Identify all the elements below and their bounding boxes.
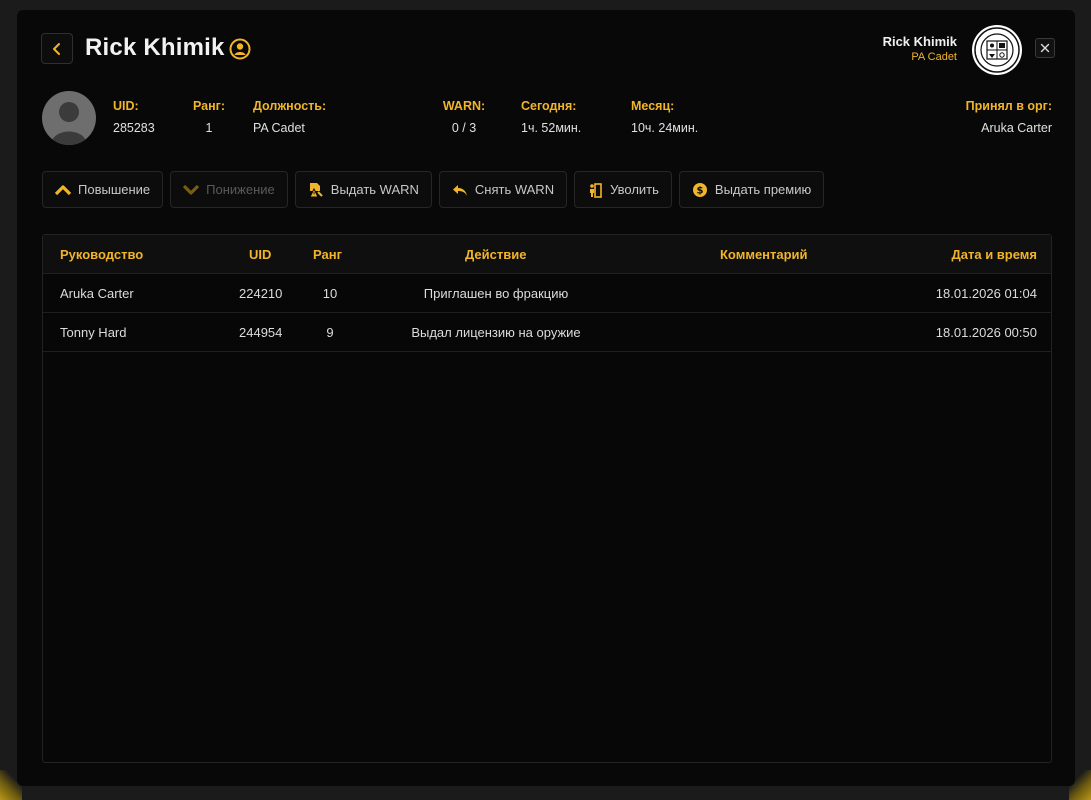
month-value: 10ч. 24мин. (631, 121, 699, 135)
cell-leader: Aruka Carter (60, 286, 134, 301)
warn-value: 0 / 3 (451, 121, 477, 135)
today-label: Сегодня: (521, 99, 577, 113)
col-rank: Ранг (313, 247, 342, 262)
current-user-name: Rick Khimik (882, 34, 957, 49)
back-button[interactable] (41, 33, 73, 64)
coin-icon: $ (692, 182, 708, 198)
uid-value: 285283 (113, 121, 155, 135)
default-avatar-icon (51, 102, 87, 145)
table-row[interactable]: Aruka Carter 224210 10 Приглашен во фрак… (43, 274, 1051, 313)
position-label: Должность: (253, 99, 327, 113)
member-profile-panel: Rick Khimik Rick Khimik PA Cadet UID: 28… (17, 10, 1075, 786)
fire-button[interactable]: Уволить (574, 171, 672, 208)
city-seal-icon (972, 25, 1022, 75)
demote-button[interactable]: Понижение (170, 171, 288, 208)
user-badge-icon (229, 38, 251, 60)
uid-label: UID: (113, 99, 139, 113)
history-table: Руководство UID Ранг Действие Комментари… (42, 234, 1052, 763)
accepted-by-info: Принял в орг: Aruka Carter (966, 99, 1052, 135)
today-info: Сегодня: 1ч. 52мин. (521, 99, 581, 135)
warn-document-icon (308, 182, 324, 198)
give-warn-label: Выдать WARN (330, 182, 419, 197)
remove-warn-label: Снять WARN (474, 182, 555, 197)
remove-warn-button[interactable]: Снять WARN (438, 171, 568, 208)
cell-action: Приглашен во фракцию (423, 286, 569, 301)
cell-uid: 224210 (239, 286, 283, 301)
col-datetime: Дата и время (951, 247, 1038, 262)
col-action: Действие (465, 247, 527, 262)
today-value: 1ч. 52мин. (521, 121, 582, 135)
rank-value: 1 (205, 121, 213, 135)
position-value: PA Cadet (253, 121, 305, 135)
action-bar: Повышение Понижение Выдать WARN Снять WA… (42, 171, 825, 208)
col-leader: Руководство (60, 247, 144, 262)
cell-datetime: 18.01.2026 00:50 (935, 325, 1037, 340)
exit-person-icon (587, 182, 603, 198)
col-uid: UID (249, 247, 272, 262)
current-user-rank: PA Cadet (911, 51, 957, 63)
give-bonus-label: Выдать премию (714, 182, 812, 197)
demote-label: Понижение (206, 182, 275, 197)
chevron-left-icon (53, 42, 60, 55)
close-icon (1040, 43, 1050, 53)
cell-action: Выдал лицензию на оружие (411, 325, 581, 340)
cell-datetime: 18.01.2026 01:04 (935, 286, 1037, 301)
rank-info: Ранг: 1 (192, 99, 226, 135)
warn-info: WARN: 0 / 3 (441, 99, 487, 135)
chevron-down-icon (183, 182, 200, 198)
give-warn-button[interactable]: Выдать WARN (294, 171, 432, 208)
undo-arrow-icon (452, 182, 468, 198)
month-info: Месяц: 10ч. 24мин. (631, 99, 698, 135)
cell-leader: Tonny Hard (60, 325, 127, 340)
close-button[interactable] (1035, 38, 1055, 58)
promote-label: Повышение (78, 182, 151, 197)
promote-button[interactable]: Повышение (42, 171, 164, 208)
cell-rank: 9 (326, 325, 334, 340)
table-row[interactable]: Tonny Hard 244954 9 Выдал лицензию на ор… (43, 313, 1051, 352)
give-bonus-button[interactable]: $ Выдать премию (678, 171, 825, 208)
player-name: Rick Khimik (85, 34, 225, 61)
chevron-up-icon (55, 182, 71, 198)
svg-text:$: $ (696, 185, 703, 196)
warn-label: WARN: (442, 99, 486, 113)
rank-label: Ранг: (192, 99, 226, 113)
cell-rank: 10 (322, 286, 338, 301)
accepted-by-value: Aruka Carter (981, 121, 1052, 135)
avatar (42, 91, 96, 145)
month-label: Месяц: (631, 99, 675, 113)
uid-info: UID: 285283 (113, 99, 155, 135)
cell-uid: 244954 (239, 325, 283, 340)
table-header: Руководство UID Ранг Действие Комментари… (43, 235, 1051, 274)
accepted-by-label: Принял в орг: (965, 99, 1052, 113)
fire-label: Уволить (610, 182, 659, 197)
position-info: Должность: PA Cadet (253, 99, 326, 135)
col-comment: Комментарий (720, 247, 808, 262)
